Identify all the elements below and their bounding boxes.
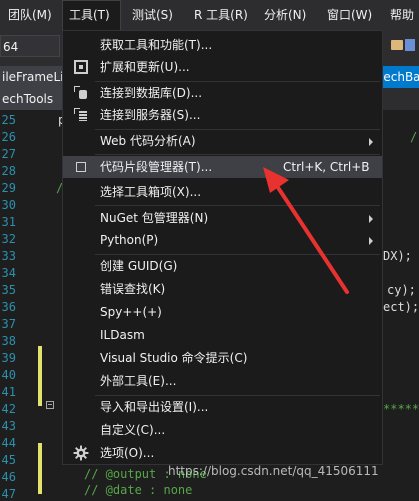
- code-fragment: cy);: [387, 283, 416, 297]
- menu-item-label: 扩展和更新(U)...: [100, 60, 190, 74]
- line-number: 25: [1, 113, 16, 127]
- code-fragment: *****: [383, 402, 419, 416]
- line-number: 37: [1, 317, 16, 331]
- snippet-checkbox-icon: [76, 162, 86, 172]
- menu-item-connect-server[interactable]: 连接到服务器(S)...: [63, 104, 382, 126]
- config-combobox[interactable]: 64: [0, 35, 60, 57]
- menu-item-label: 选项(O)...: [100, 446, 155, 460]
- menu-bar: 团队(M) 工具(T) 测试(S) R 工具(R) 分析(N) 窗口(W) 帮助: [0, 0, 419, 30]
- code-fragment: /: [410, 130, 418, 144]
- line-number: 40: [1, 368, 16, 382]
- code-fragment: ect);: [383, 300, 419, 314]
- menu-item-label: 连接到数据库(D)...: [100, 86, 203, 100]
- member-dropdown[interactable]: [379, 88, 419, 110]
- line-number: 31: [1, 215, 16, 229]
- tab-file-frame-list[interactable]: ileFrameLis: [0, 66, 70, 88]
- menu-test[interactable]: 测试(S): [126, 0, 179, 30]
- save-icon[interactable]: [405, 39, 415, 51]
- connect-server-icon: [74, 108, 88, 122]
- menu-item-label: 自定义(C)...: [100, 423, 166, 437]
- line-number: 46: [1, 470, 16, 484]
- menu-separator: [95, 205, 380, 206]
- menu-window[interactable]: 窗口(W): [321, 0, 378, 30]
- menu-item-label: 创建 GUID(G): [100, 259, 178, 273]
- menu-r-tools[interactable]: R 工具(R): [188, 0, 254, 30]
- code-comment-date: // @date : none: [84, 483, 193, 497]
- connect-database-icon: [74, 86, 88, 100]
- line-number-gutter: 25 26 27 28 29 30 31 32 33 34 35 36 37 3…: [0, 110, 54, 501]
- menu-item-label: Spy++(+): [100, 305, 162, 319]
- menu-item-label: 连接到服务器(S)...: [100, 108, 201, 122]
- menu-item-code-snippets-manager[interactable]: 代码片段管理器(T)... Ctrl+K, Ctrl+B: [63, 156, 382, 178]
- line-number: 35: [1, 283, 16, 297]
- line-number: 47: [1, 487, 16, 501]
- tools-menu-dropdown: 获取工具和功能(T)... 扩展和更新(U)... 连接到数据库(D)... 连…: [62, 30, 383, 465]
- menu-item-python[interactable]: Python(P): [63, 229, 382, 251]
- menu-item-label: 代码片段管理器(T)...: [100, 160, 213, 174]
- menu-item-label: 获取工具和功能(T)...: [100, 38, 213, 52]
- menu-tools[interactable]: 工具(T): [62, 0, 121, 30]
- line-number: 45: [1, 453, 16, 467]
- menu-item-label: ILDasm: [100, 328, 145, 342]
- menu-item-create-guid[interactable]: 创建 GUID(G): [63, 255, 382, 277]
- menu-item-label: NuGet 包管理器(N): [100, 211, 209, 225]
- menu-item-get-tools[interactable]: 获取工具和功能(T)...: [63, 34, 382, 56]
- line-number: 27: [1, 147, 16, 161]
- menu-item-label: 导入和导出设置(I)...: [100, 400, 209, 414]
- project-dropdown[interactable]: echTools: [0, 88, 62, 110]
- menu-item-label: Python(P): [100, 233, 159, 247]
- line-number: 42: [1, 402, 16, 416]
- menu-item-options[interactable]: 选项(O)...: [63, 442, 382, 464]
- menu-item-choose-toolbox-items[interactable]: 选择工具箱项(X)...: [63, 181, 382, 203]
- collapse-toggle-icon[interactable]: [46, 401, 54, 409]
- menu-item-connect-database[interactable]: 连接到数据库(D)...: [63, 82, 382, 104]
- menu-separator: [95, 154, 380, 155]
- line-number: 39: [1, 351, 16, 365]
- line-number: 29: [1, 181, 16, 195]
- line-number: 43: [1, 419, 16, 433]
- extensions-icon: [74, 60, 88, 74]
- line-number: 41: [1, 385, 16, 399]
- line-number: 38: [1, 334, 16, 348]
- line-number: 36: [1, 300, 16, 314]
- menu-item-web-code-analysis[interactable]: Web 代码分析(A): [63, 130, 382, 152]
- gear-icon: [73, 445, 89, 461]
- open-folder-icon[interactable]: [391, 40, 403, 50]
- menu-item-label: Web 代码分析(A): [100, 134, 196, 148]
- menu-item-import-export-settings[interactable]: 导入和导出设置(I)...: [63, 396, 382, 418]
- line-number: 34: [1, 266, 16, 280]
- submenu-arrow-icon: [369, 138, 373, 146]
- line-number: 28: [1, 164, 16, 178]
- menu-analyze[interactable]: 分析(N): [258, 0, 312, 30]
- submenu-arrow-icon: [369, 237, 373, 245]
- toolbar-icons: [387, 38, 417, 54]
- menu-item-spy[interactable]: Spy++(+): [63, 301, 382, 323]
- watermark-text: https://blog.csdn.net/qq_41506111: [168, 464, 379, 478]
- line-number: 30: [1, 198, 16, 212]
- line-number: 44: [1, 436, 16, 450]
- line-number: 26: [1, 130, 16, 144]
- menu-item-label: 外部工具(E)...: [100, 374, 177, 388]
- change-marker: [38, 443, 42, 494]
- menu-item-label: Visual Studio 命令提示(C): [100, 351, 248, 365]
- menu-item-command-prompt[interactable]: Visual Studio 命令提示(C): [63, 347, 382, 369]
- menu-item-ildasm[interactable]: ILDasm: [63, 324, 382, 346]
- code-fragment: DX);: [383, 249, 412, 263]
- menu-help[interactable]: 帮助: [384, 0, 419, 30]
- menu-item-nuget[interactable]: NuGet 包管理器(N): [63, 207, 382, 229]
- submenu-arrow-icon: [369, 215, 373, 223]
- menu-item-extensions[interactable]: 扩展和更新(U)...: [63, 56, 382, 78]
- change-marker: [38, 346, 42, 406]
- menu-item-label: 选择工具箱项(X)...: [100, 185, 202, 199]
- menu-item-external-tools[interactable]: 外部工具(E)...: [63, 370, 382, 392]
- menu-item-shortcut: Ctrl+K, Ctrl+B: [283, 160, 370, 174]
- menu-item-customize[interactable]: 自定义(C)...: [63, 419, 382, 441]
- line-number: 33: [1, 249, 16, 263]
- menu-team[interactable]: 团队(M): [2, 0, 58, 30]
- line-number: 32: [1, 232, 16, 246]
- menu-item-error-lookup[interactable]: 错误查找(K): [63, 278, 382, 300]
- menu-item-label: 错误查找(K): [100, 282, 166, 296]
